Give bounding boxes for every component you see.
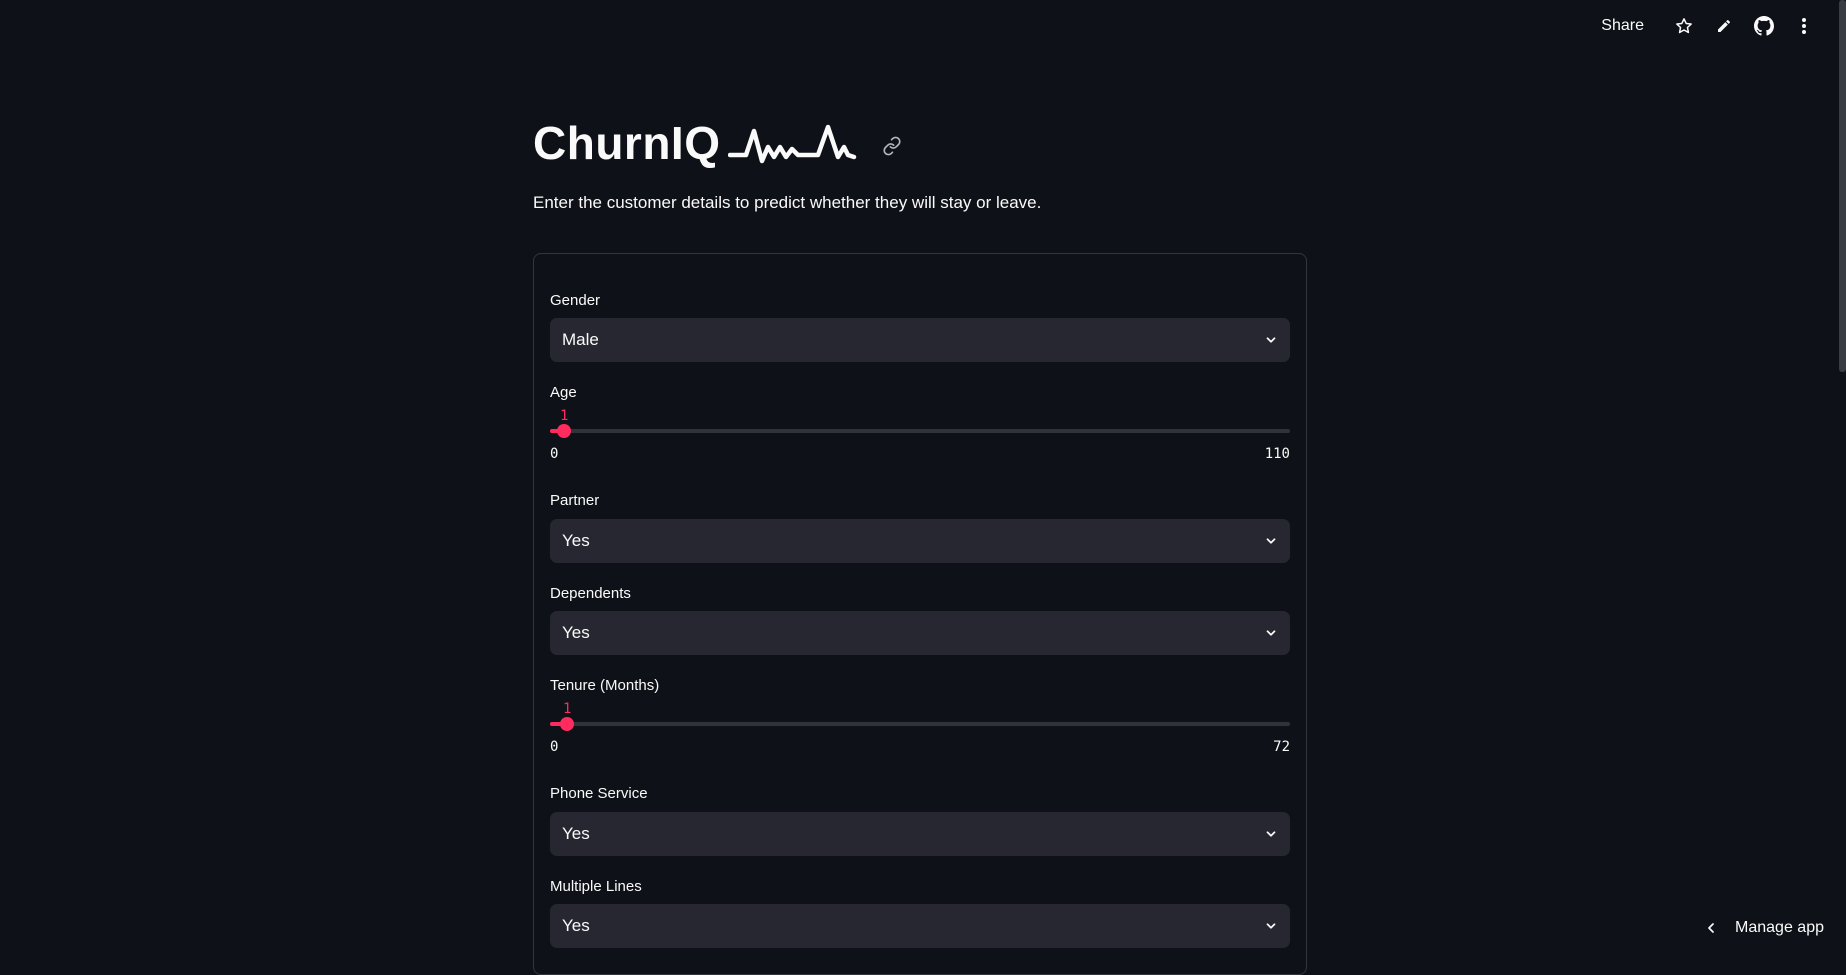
gender-select[interactable]: Male: [550, 318, 1290, 362]
chevron-down-icon: [1264, 919, 1278, 933]
chevron-down-icon: [1264, 626, 1278, 640]
scrollbar-thumb[interactable]: [1839, 0, 1846, 372]
tenure-slider-current-value: 1: [563, 701, 571, 717]
chevron-down-icon: [1264, 534, 1278, 548]
title-row: ChurnIQ: [533, 116, 902, 170]
age-slider-current-value: 1: [560, 408, 568, 424]
heartbeat-icon: [728, 117, 878, 169]
age-slider-min: 0: [550, 446, 558, 462]
github-icon[interactable]: [1753, 15, 1775, 37]
age-label: Age: [550, 384, 577, 401]
link-anchor-icon[interactable]: [882, 136, 902, 156]
partner-label: Partner: [550, 492, 599, 509]
tenure-slider-max: 72: [1273, 739, 1290, 755]
page-scrollbar[interactable]: [1838, 0, 1846, 945]
gender-select-value: Male: [562, 330, 599, 350]
dependents-select-value: Yes: [562, 623, 590, 643]
phone-service-select-value: Yes: [562, 824, 590, 844]
tenure-slider[interactable]: 1 0 72: [550, 701, 1290, 761]
partner-select-value: Yes: [562, 531, 590, 551]
chevron-down-icon: [1264, 333, 1278, 347]
top-toolbar: Share: [1601, 0, 1846, 52]
customer-form: Gender Male Age 1 0 110 Partner Yes Depe…: [533, 253, 1307, 975]
age-slider-track[interactable]: [550, 429, 1290, 433]
manage-app-label: Manage app: [1735, 919, 1824, 937]
star-icon[interactable]: [1673, 15, 1695, 37]
phone-service-select[interactable]: Yes: [550, 812, 1290, 856]
chevron-down-icon: [1264, 827, 1278, 841]
page-subtitle: Enter the customer details to predict wh…: [533, 193, 1041, 213]
age-slider-max: 110: [1265, 446, 1290, 462]
partner-select[interactable]: Yes: [550, 519, 1290, 563]
tenure-label: Tenure (Months): [550, 677, 659, 694]
multiple-lines-select[interactable]: Yes: [550, 904, 1290, 948]
page-title: ChurnIQ: [533, 116, 720, 170]
tenure-slider-handle[interactable]: [560, 717, 574, 731]
chevron-left-icon: [1705, 921, 1717, 935]
dependents-label: Dependents: [550, 585, 631, 602]
age-slider-handle[interactable]: [557, 424, 571, 438]
tenure-slider-track[interactable]: [550, 722, 1290, 726]
tenure-slider-min: 0: [550, 739, 558, 755]
dependents-select[interactable]: Yes: [550, 611, 1290, 655]
multiple-lines-label: Multiple Lines: [550, 878, 642, 895]
gender-label: Gender: [550, 292, 600, 309]
multiple-lines-select-value: Yes: [562, 916, 590, 936]
phone-service-label: Phone Service: [550, 785, 648, 802]
more-vertical-icon[interactable]: [1793, 15, 1815, 37]
age-slider[interactable]: 1 0 110: [550, 408, 1290, 468]
share-button[interactable]: Share: [1601, 17, 1644, 35]
pencil-icon[interactable]: [1713, 15, 1735, 37]
manage-app-button[interactable]: Manage app: [1705, 919, 1824, 937]
